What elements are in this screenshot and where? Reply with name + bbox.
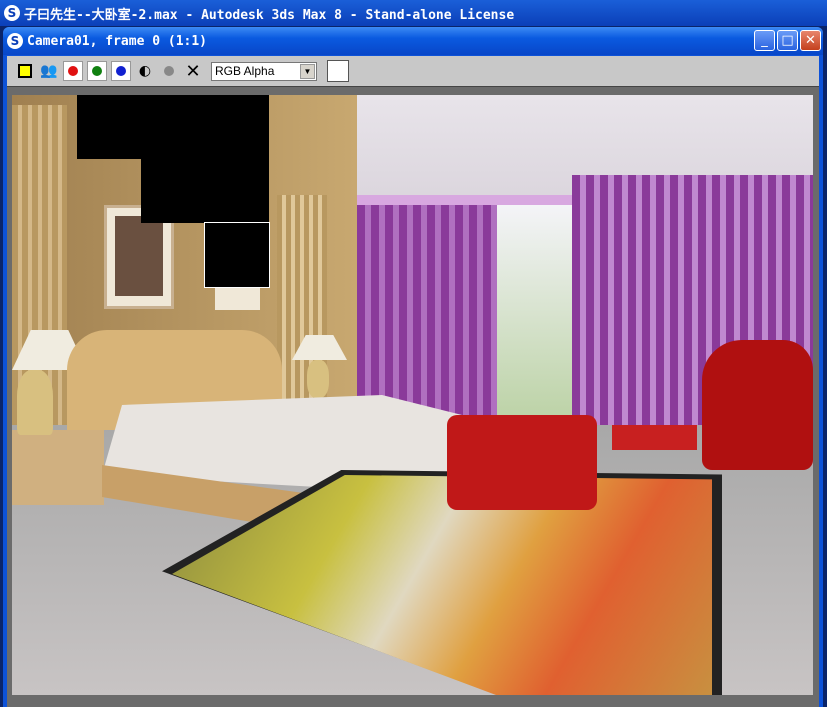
3dsmax-logo-icon: S xyxy=(4,5,20,21)
unrendered-bucket xyxy=(77,95,269,159)
chevron-down-icon: ▼ xyxy=(300,63,315,79)
window-title-bar[interactable]: S Camera01, frame 0 (1:1) xyxy=(3,27,823,55)
people-icon: 👥 xyxy=(40,63,58,79)
green-dot-icon xyxy=(92,66,102,76)
rendered-image xyxy=(12,95,813,695)
render-window: S Camera01, frame 0 (1:1) _ □ ✕ 👥 ◐ ✕ RG… xyxy=(3,27,823,707)
maximize-button[interactable]: □ xyxy=(777,30,798,51)
clone-window-button[interactable]: 👥 xyxy=(39,61,59,81)
monochrome-toggle[interactable] xyxy=(159,61,179,81)
clear-button[interactable]: ✕ xyxy=(183,60,203,82)
half-circle-icon: ◐ xyxy=(138,63,152,79)
render-frame xyxy=(7,86,819,707)
x-icon: ✕ xyxy=(185,60,201,82)
window-title: Camera01, frame 0 (1:1) xyxy=(27,33,208,49)
red-dot-icon xyxy=(68,66,78,76)
3dsmax-logo-icon: S xyxy=(7,33,23,49)
blue-dot-icon xyxy=(116,66,126,76)
blue-channel-toggle[interactable] xyxy=(111,61,131,81)
unrendered-bucket xyxy=(141,159,269,223)
render-toolbar: 👥 ◐ ✕ RGB Alpha ▼ xyxy=(7,56,819,86)
red-channel-toggle[interactable] xyxy=(63,61,83,81)
close-button[interactable]: ✕ xyxy=(800,30,821,51)
render-bucket-active xyxy=(204,222,270,288)
floppy-disk-icon xyxy=(18,64,32,78)
minimize-button[interactable]: _ xyxy=(754,30,775,51)
app-title-bar: S 子曰先生--大卧室-2.max - Autodesk 3ds Max 8 -… xyxy=(0,0,827,26)
channel-select-value: RGB Alpha xyxy=(215,64,275,78)
color-swatch[interactable] xyxy=(327,60,349,82)
gray-dot-icon xyxy=(164,66,174,76)
channel-select[interactable]: RGB Alpha ▼ xyxy=(211,61,317,81)
app-title: 子曰先生--大卧室-2.max - Autodesk 3ds Max 8 - S… xyxy=(24,7,515,23)
alpha-channel-toggle[interactable]: ◐ xyxy=(135,61,155,81)
green-channel-toggle[interactable] xyxy=(87,61,107,81)
save-image-button[interactable] xyxy=(15,61,35,81)
